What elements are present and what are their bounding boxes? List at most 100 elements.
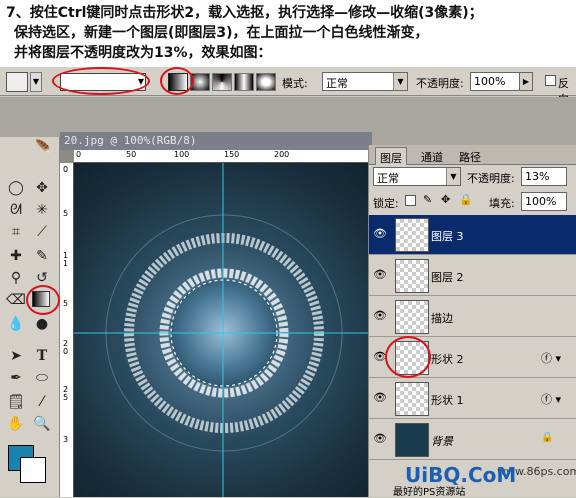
lock-position-icon[interactable]: ✥ [441, 193, 450, 206]
eye-icon[interactable]: 👁 [373, 391, 387, 404]
lock-icon: 🔒 [541, 432, 554, 443]
opacity-input[interactable]: 100% [470, 72, 520, 91]
document-window: 20.jpg @ 100%(RGB/8) 0 50 100 150 200 0 … [60, 132, 372, 497]
layer-thumbnail [395, 382, 429, 416]
ruler-tick: 3 [63, 435, 69, 444]
fill-label: 填充: [489, 197, 515, 210]
chevron-right-icon[interactable]: ▶ [520, 73, 532, 90]
pen-tool-icon[interactable]: ✒ [4, 367, 28, 389]
eye-icon[interactable]: 👁 [373, 432, 387, 445]
layer-row[interactable]: 👁 背景 🔒 [369, 420, 576, 460]
chevron-down-icon[interactable]: ▼ [393, 73, 407, 90]
fill-value: 100% [525, 195, 557, 208]
instruction-text: 7、按住Ctrl键同时点击形状2，载入选抠，执行选择—修改—收缩(3像素)； 保… [0, 0, 576, 66]
lock-label: 锁定: [373, 197, 399, 210]
eye-icon[interactable]: 👁 [373, 309, 387, 322]
ruler-tick: 5 [63, 393, 69, 402]
ruler-tick: 0 [76, 150, 82, 159]
annotation-circle [52, 67, 150, 95]
path-select-icon[interactable]: ➤ [4, 345, 28, 367]
tab-channels[interactable]: 通道 [417, 147, 447, 165]
blend-mode-value: 正常 [377, 172, 399, 185]
layer-name: 形状 2 [431, 353, 464, 366]
tool-preset-picker[interactable] [6, 72, 28, 92]
type-tool-icon[interactable]: T [30, 345, 54, 367]
background-color-swatch[interactable] [20, 457, 46, 483]
options-bar: ▼ ▼ 模式: 正常 ▼ 不透明度: 100% ▶ 反向 [0, 66, 576, 106]
annotation-circle [26, 285, 60, 315]
layer-row[interactable]: 👁 图层 2 [369, 256, 576, 296]
slice-tool-icon[interactable]: ⟋ [30, 221, 54, 243]
eyedropper-tool-icon[interactable]: ⁄ [30, 391, 54, 413]
opacity-arrow[interactable]: ▶ [519, 72, 533, 91]
layer-thumbnail [395, 300, 429, 334]
crop-tool-icon[interactable]: ⌗ [4, 221, 28, 243]
layer-opacity-value: 13% [525, 170, 550, 183]
notes-tool-icon[interactable]: 🗒 [4, 391, 28, 413]
opacity-label: 不透明度: [416, 77, 464, 90]
reverse-checkbox[interactable] [545, 75, 556, 86]
ruler-tick: 100 [174, 150, 190, 159]
workspace: 🪶 ◯ ✥ ᘛ ✳ ⌗ ⟋ ✚ ✎ ⚲ ↺ ⌫ 💧 ● ➤ T ✒ ⬭ 🗒 ⁄ … [0, 97, 576, 498]
layer-name: 形状 1 [431, 394, 464, 407]
ruler-tick: 0 [63, 165, 69, 174]
eye-icon[interactable]: 👁 [373, 268, 387, 281]
marquee-tool-icon[interactable]: ◯ [4, 177, 28, 199]
layer-effects-icon[interactable]: ⓕ ▾ [541, 350, 561, 366]
feather-logo-icon: 🪶 [35, 140, 53, 156]
layer-name: 背景 [431, 435, 453, 448]
layer-row[interactable]: 👁 形状 2 ⓕ ▾ [369, 336, 576, 378]
diamond-gradient-button[interactable] [256, 73, 276, 91]
blend-mode-select[interactable]: 正常 ▼ [373, 167, 461, 186]
layer-row[interactable]: 👁 形状 1 ⓕ ▾ [369, 379, 576, 419]
tab-paths[interactable]: 路径 [455, 147, 485, 165]
magic-wand-tool-icon[interactable]: ✳ [30, 199, 54, 221]
zoom-tool-icon[interactable]: 🔍 [30, 413, 54, 435]
layer-thumbnail [395, 259, 429, 293]
document-title[interactable]: 20.jpg @ 100%(RGB/8) [60, 132, 372, 150]
layer-row[interactable]: 👁 图层 3 [369, 215, 576, 255]
image-canvas[interactable] [74, 163, 372, 497]
chevron-down-icon[interactable]: ▼ [446, 168, 460, 185]
lock-all-icon[interactable]: 🔒 [459, 193, 473, 206]
dodge-tool-icon[interactable]: ● [30, 313, 54, 335]
ruler-tick: 5 [63, 209, 69, 218]
tab-layers[interactable]: 图层 [375, 147, 407, 165]
lock-transparency-checkbox[interactable] [405, 195, 416, 206]
annotation-circle [385, 336, 431, 378]
layer-opacity-input[interactable]: 13% [521, 167, 567, 186]
layer-effects-icon[interactable]: ⓕ ▾ [541, 391, 561, 407]
toolbox: 🪶 ◯ ✥ ᘛ ✳ ⌗ ⟋ ✚ ✎ ⚲ ↺ ⌫ 💧 ● ➤ T ✒ ⬭ 🗒 ⁄ … [0, 137, 60, 497]
layer-opacity-label: 不透明度: [467, 172, 515, 185]
eraser-tool-icon[interactable]: ⌫ [4, 289, 28, 311]
instruction-line-3: 并将图层不透明度改为13%，效果如图： [14, 45, 272, 61]
shape-tool-icon[interactable]: ⬭ [30, 367, 54, 389]
reflected-gradient-button[interactable] [234, 73, 254, 91]
ruler-tick: 150 [224, 150, 240, 159]
lasso-tool-icon[interactable]: ᘛ [4, 199, 28, 221]
ruler-tick: 0 [63, 347, 69, 356]
brush-tool-icon[interactable]: ✎ [30, 245, 54, 267]
mode-label: 模式: [282, 77, 308, 90]
layer-row[interactable]: 👁 描边 [369, 297, 576, 337]
healing-brush-icon[interactable]: ✚ [4, 245, 28, 267]
ruler-top[interactable]: 0 50 100 150 200 [74, 150, 372, 163]
lock-pixels-icon[interactable]: ✎ [423, 193, 432, 206]
ring-artwork [74, 163, 372, 497]
ruler-tick: 5 [63, 299, 69, 308]
angle-gradient-button[interactable] [212, 73, 232, 91]
watermark-footer: 最好的PS资源站 [393, 487, 466, 498]
ruler-tick: 1 [63, 259, 69, 268]
layer-thumbnail [395, 423, 429, 457]
mode-value: 正常 [326, 77, 348, 90]
chevron-down-icon[interactable]: ▼ [30, 72, 42, 92]
eye-icon[interactable]: 👁 [373, 227, 387, 240]
ruler-left[interactable]: 0 5 1 1 5 2 0 2 5 3 [60, 163, 74, 497]
fill-input[interactable]: 100% [521, 192, 567, 211]
hand-tool-icon[interactable]: ✋ [4, 413, 28, 435]
move-tool-icon[interactable]: ✥ [30, 177, 54, 199]
instruction-line-1: 7、按住Ctrl键同时点击形状2，载入选抠，执行选择—修改—收缩(3像素)； [6, 5, 483, 21]
mode-select[interactable]: 正常 ▼ [322, 72, 408, 91]
stamp-tool-icon[interactable]: ⚲ [4, 267, 28, 289]
blur-tool-icon[interactable]: 💧 [4, 313, 28, 335]
